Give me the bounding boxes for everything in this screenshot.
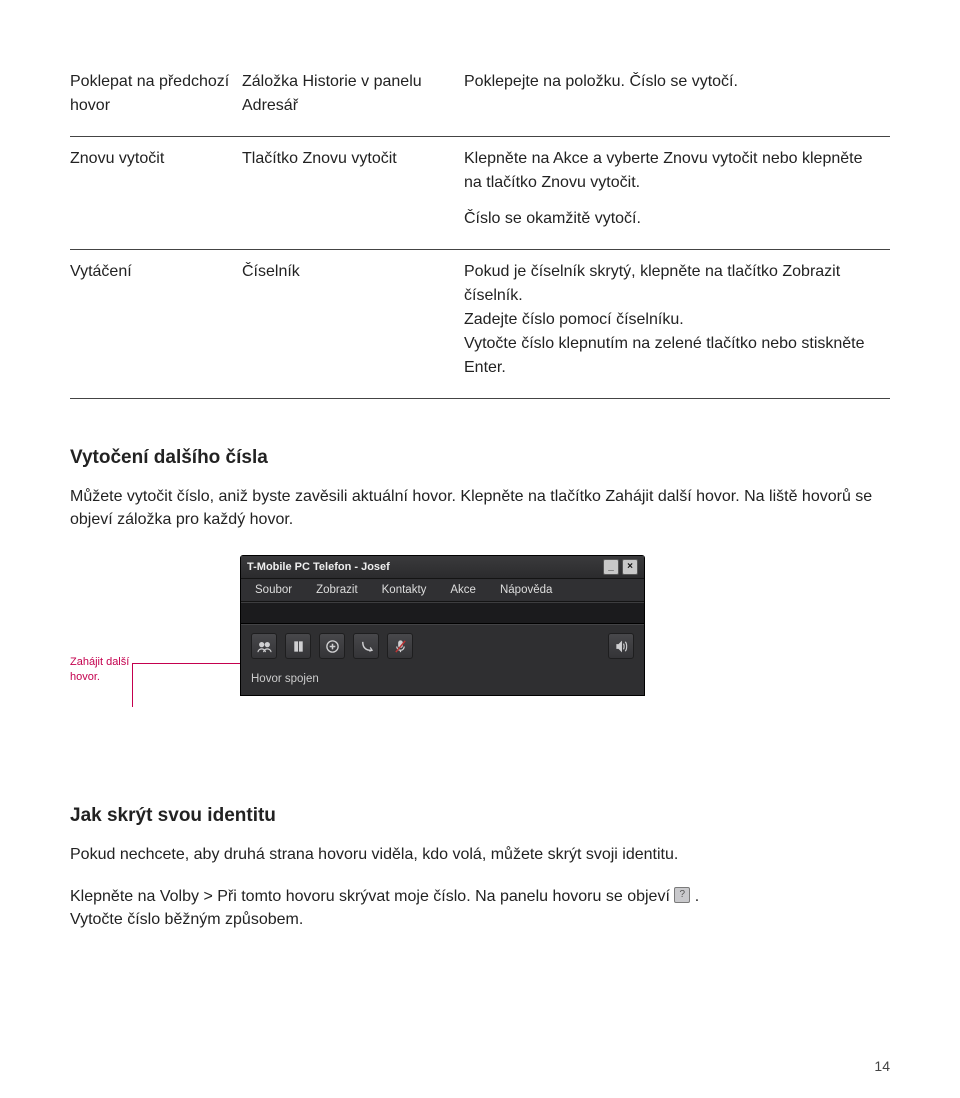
speaker-icon[interactable] <box>608 633 634 659</box>
tab-strip <box>241 602 644 624</box>
pause-icon[interactable] <box>285 633 311 659</box>
hidden-identity-icon <box>674 887 690 903</box>
paragraph-text: . <box>695 888 699 905</box>
menu-item[interactable]: Akce <box>450 584 476 596</box>
menu-item[interactable]: Kontakty <box>382 584 427 596</box>
conference-icon[interactable] <box>251 633 277 659</box>
add-call-icon[interactable] <box>319 633 345 659</box>
section-paragraph: Klepněte na Volby > Při tomto hovoru skr… <box>70 885 890 931</box>
cell-action: Poklepat na předchozí hovor <box>70 60 242 137</box>
mute-icon[interactable] <box>387 633 413 659</box>
section-paragraph: Můžete vytočit číslo, aniž byste zavěsil… <box>70 485 890 531</box>
screenshot-figure: Zahájit další hovor. T-Mobile PC Telefon… <box>70 555 890 755</box>
table-row: Poklepat na předchozí hovor Záložka Hist… <box>70 60 890 137</box>
cell-description: Klepněte na Akce a vyberte Znovu vytočit… <box>464 137 890 250</box>
menu-bar: Soubor Zobrazit Kontakty Akce Nápověda <box>241 579 644 602</box>
cell-location: Číselník <box>242 250 464 399</box>
app-window: T-Mobile PC Telefon - Josef _ × Soubor Z… <box>240 555 645 696</box>
instruction-table: Poklepat na předchozí hovor Záložka Hist… <box>70 60 890 399</box>
transfer-icon[interactable] <box>353 633 379 659</box>
menu-item[interactable]: Nápověda <box>500 584 552 596</box>
section-paragraph: Pokud nechcete, aby druhá strana hovoru … <box>70 843 890 866</box>
section-heading: Jak skrýt svou identitu <box>70 805 890 827</box>
cell-action: Vytáčení <box>70 250 242 399</box>
table-row: Vytáčení Číselník Pokud je číselník skry… <box>70 250 890 399</box>
table-row: Znovu vytočit Tlačítko Znovu vytočit Kle… <box>70 137 890 250</box>
status-text: Hovor spojen <box>241 667 644 695</box>
cell-location: Tlačítko Znovu vytočit <box>242 137 464 250</box>
cell-location: Záložka Historie v panelu Adresář <box>242 60 464 137</box>
menu-item[interactable]: Zobrazit <box>316 584 358 596</box>
minimize-button[interactable]: _ <box>603 559 619 575</box>
window-title: T-Mobile PC Telefon - Josef <box>247 561 390 573</box>
call-toolbar <box>241 624 644 667</box>
cell-description: Pokud je číselník skrytý, klepněte na tl… <box>464 250 890 399</box>
close-button[interactable]: × <box>622 559 638 575</box>
section-heading: Vytočení dalšího čísla <box>70 447 890 469</box>
paragraph-text: Klepněte na Volby > Při tomto hovoru skr… <box>70 888 674 905</box>
paragraph-text: Vytočte číslo běžným způsobem. <box>70 911 303 928</box>
callout-label: Zahájit další hovor. <box>70 655 130 684</box>
cell-text-extra: Číslo se okamžitě vytočí. <box>464 207 878 231</box>
title-bar: T-Mobile PC Telefon - Josef _ × <box>241 556 644 579</box>
cell-text: Klepněte na Akce a vyberte Znovu vytočit… <box>464 150 862 191</box>
page-number: 14 <box>874 1058 890 1074</box>
menu-item[interactable]: Soubor <box>255 584 292 596</box>
cell-action: Znovu vytočit <box>70 137 242 250</box>
callout-line <box>132 663 242 664</box>
cell-description: Poklepejte na položku. Číslo se vytočí. <box>464 60 890 137</box>
